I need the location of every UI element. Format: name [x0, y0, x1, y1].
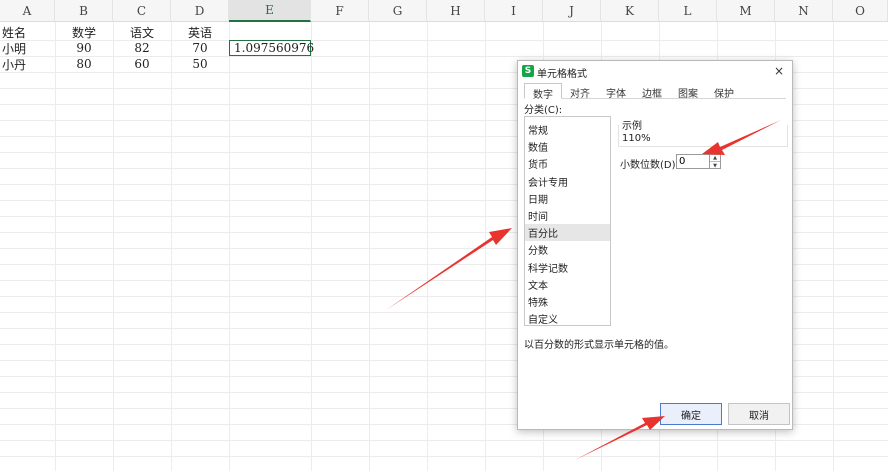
decimal-places-label: 小数位数(D):	[620, 160, 679, 171]
spin-up-icon[interactable]: ▲	[710, 155, 720, 162]
ok-button[interactable]: 确定	[660, 403, 722, 425]
category-item-general[interactable]: 常规	[525, 121, 610, 138]
format-cells-dialog: S 单元格格式 × 数字 对齐 字体 边框 图案 保护 分类(C): 常规 数值…	[517, 60, 793, 430]
cell-c3[interactable]: 60	[113, 56, 171, 72]
cell-c2[interactable]: 82	[113, 40, 171, 56]
cell-c1[interactable]: 语文	[113, 24, 171, 40]
column-header-m[interactable]: M	[717, 0, 775, 22]
column-header-c[interactable]: C	[113, 0, 171, 22]
column-header-b[interactable]: B	[55, 0, 113, 22]
cell-b2[interactable]: 90	[55, 40, 113, 56]
category-item-text[interactable]: 文本	[525, 276, 610, 293]
sample-value: 110%	[622, 133, 651, 144]
cell-d3[interactable]: 50	[171, 56, 229, 72]
column-gridline	[229, 22, 230, 471]
decimal-places-spinner: ▲ ▼	[710, 154, 721, 169]
tab-number[interactable]: 数字	[524, 83, 562, 101]
dialog-tabs: 数字 对齐 字体 边框 图案 保护	[524, 83, 786, 101]
column-gridline	[369, 22, 370, 471]
column-header-i[interactable]: I	[485, 0, 543, 22]
cell-b1[interactable]: 数学	[55, 24, 113, 40]
column-header-k[interactable]: K	[601, 0, 659, 22]
spin-down-icon[interactable]: ▼	[710, 162, 720, 169]
wps-app-icon: S	[522, 65, 534, 77]
tab-border[interactable]: 边框	[634, 83, 670, 100]
cell-a3[interactable]: 小丹	[0, 56, 55, 72]
cell-e2-selected[interactable]: 1.097560976	[229, 40, 314, 56]
category-item-accounting[interactable]: 会计专用	[525, 173, 610, 190]
category-item-currency[interactable]: 货币	[525, 155, 610, 172]
column-gridline	[485, 22, 486, 471]
column-gridline	[171, 22, 172, 471]
cell-a1[interactable]: 姓名	[0, 24, 55, 40]
cancel-button[interactable]: 取消	[728, 403, 790, 425]
category-list[interactable]: 常规 数值 货币 会计专用 日期 时间 百分比 分数 科学记数 文本 特殊 自定…	[524, 116, 611, 326]
close-icon[interactable]: ×	[774, 64, 784, 78]
column-gridline	[427, 22, 428, 471]
tab-pattern[interactable]: 图案	[670, 83, 706, 100]
column-header-h[interactable]: H	[427, 0, 485, 22]
cell-a2[interactable]: 小明	[0, 40, 55, 56]
category-item-custom[interactable]: 自定义	[525, 310, 610, 327]
cell-b3[interactable]: 80	[55, 56, 113, 72]
category-item-number[interactable]: 数值	[525, 138, 610, 155]
category-item-date[interactable]: 日期	[525, 190, 610, 207]
category-label: 分类(C):	[524, 105, 563, 116]
dialog-title: 单元格格式	[537, 69, 587, 80]
column-header-j[interactable]: J	[543, 0, 601, 22]
row-gridline	[0, 456, 888, 457]
column-gridline	[311, 22, 312, 471]
category-item-time[interactable]: 时间	[525, 207, 610, 224]
cell-d1[interactable]: 英语	[171, 24, 229, 40]
cell-d2[interactable]: 70	[171, 40, 229, 56]
category-item-percentage[interactable]: 百分比	[525, 224, 610, 242]
column-header-a[interactable]: A	[0, 0, 55, 22]
category-item-special[interactable]: 特殊	[525, 293, 610, 310]
column-header-f[interactable]: F	[311, 0, 369, 22]
format-description: 以百分数的形式显示单元格的值。	[524, 340, 674, 351]
category-item-fraction[interactable]: 分数	[525, 241, 610, 258]
column-header-o[interactable]: O	[833, 0, 888, 22]
decimal-places-input[interactable]	[676, 154, 710, 169]
row-gridline	[0, 440, 888, 441]
category-item-scientific[interactable]: 科学记数	[525, 259, 610, 276]
tab-protection[interactable]: 保护	[706, 83, 742, 100]
column-header-l[interactable]: L	[659, 0, 717, 22]
column-header-e[interactable]: E	[229, 0, 311, 22]
column-gridline	[55, 22, 56, 471]
column-header-d[interactable]: D	[171, 0, 229, 22]
sample-label: 示例	[622, 121, 642, 132]
column-gridline	[113, 22, 114, 471]
tab-font[interactable]: 字体	[598, 83, 634, 100]
column-gridline	[833, 22, 834, 471]
column-header-n[interactable]: N	[775, 0, 833, 22]
dialog-titlebar[interactable]: S 单元格格式 ×	[518, 61, 792, 81]
tab-alignment[interactable]: 对齐	[562, 83, 598, 100]
column-header-g[interactable]: G	[369, 0, 427, 22]
